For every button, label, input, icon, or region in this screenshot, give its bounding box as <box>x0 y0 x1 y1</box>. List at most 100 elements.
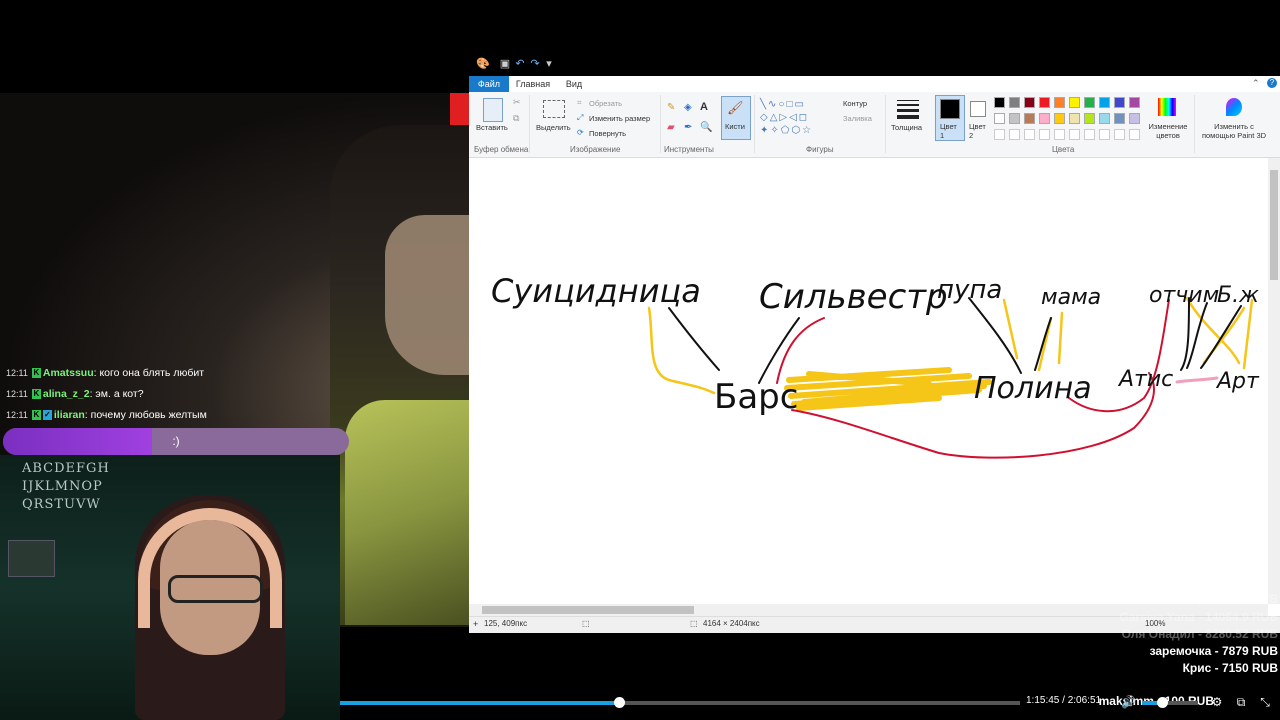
paste-button[interactable]: Вставить <box>476 123 508 132</box>
palette-swatch[interactable] <box>1069 113 1080 124</box>
ribbon-separator <box>885 95 886 153</box>
tab-home[interactable]: Главная <box>512 76 554 92</box>
text-icon[interactable]: A <box>700 101 708 113</box>
palette-custom-slot[interactable] <box>1054 129 1065 140</box>
redo-icon[interactable]: ↷ <box>529 58 541 70</box>
volume-icon[interactable]: 🔊 <box>1121 694 1136 710</box>
ribbon-separator <box>1194 95 1195 153</box>
palette-swatch[interactable] <box>994 113 1005 124</box>
rotate-button[interactable]: Повернуть <box>589 129 626 138</box>
paint3d-icon <box>1226 98 1242 116</box>
chat-text: почему любовь желтым <box>90 409 207 421</box>
palette-swatch[interactable] <box>1114 97 1125 108</box>
fill-icon[interactable]: ◈ <box>684 102 692 113</box>
cut-icon[interactable]: ✂ <box>513 97 521 108</box>
palette-swatch[interactable] <box>1039 113 1050 124</box>
image-group-label: Изображение <box>570 145 621 154</box>
palette-swatch[interactable] <box>1084 113 1095 124</box>
palette-swatch[interactable] <box>1069 97 1080 108</box>
palette-swatch[interactable] <box>1024 97 1035 108</box>
clipboard-group-label: Буфер обмена <box>474 145 529 154</box>
open-external-icon[interactable]: ⧉ <box>1234 694 1248 710</box>
pencil-icon[interactable]: ✎ <box>667 102 675 113</box>
collapse-ribbon-icon[interactable]: ⌃ <box>1252 78 1260 89</box>
image-size: 4164 × 2404пкс <box>703 619 760 628</box>
palette-custom-slot[interactable] <box>1114 129 1125 140</box>
palette-swatch[interactable] <box>994 97 1005 108</box>
palette-custom-slot[interactable] <box>1069 129 1080 140</box>
ribbon-separator <box>529 95 530 153</box>
crop-button[interactable]: Обрезать <box>589 99 622 108</box>
name-atis: Атис <box>1117 367 1173 392</box>
brushes-label: Кисти <box>725 122 745 131</box>
palette-custom-slot[interactable] <box>1024 129 1035 140</box>
settings-icon[interactable]: ⚙ <box>1210 694 1224 710</box>
chat-username[interactable]: alina_z_2 <box>43 388 90 400</box>
tab-file[interactable]: Файл <box>469 76 509 92</box>
resize-button[interactable]: Изменить размер <box>589 114 650 123</box>
vertical-scroll-thumb[interactable] <box>1270 170 1278 280</box>
edit-colors-button[interactable]: Изменение цветов <box>1146 122 1190 140</box>
fullscreen-exit-icon[interactable]: ⤡ <box>1258 694 1272 710</box>
name-bzh: Б.ж <box>1217 283 1259 308</box>
shapes-gallery[interactable]: ╲∿○□▭ ◇△▷◁◻ ✦✧⬠⬡☆ <box>760 98 826 138</box>
palette-swatch[interactable] <box>1129 97 1140 108</box>
palette-swatch[interactable] <box>1054 113 1065 124</box>
palette-swatch[interactable] <box>1099 97 1110 108</box>
crop-icon[interactable]: ⌗ <box>577 98 582 108</box>
select-button[interactable]: Выделить <box>536 123 571 132</box>
select-icon[interactable] <box>543 100 565 118</box>
goal-progress-bar: :) <box>3 428 349 455</box>
save-icon[interactable]: ▣ <box>499 58 511 70</box>
palette-swatch[interactable] <box>1114 113 1125 124</box>
size-icon[interactable] <box>897 100 919 119</box>
color1-swatch <box>940 99 960 119</box>
palette-custom-slot[interactable] <box>1039 129 1050 140</box>
name-mama: мама <box>1041 285 1101 310</box>
undo-icon[interactable]: ↶ <box>514 58 526 70</box>
volume-handle[interactable] <box>1157 697 1168 708</box>
name-art: Арт <box>1215 369 1260 394</box>
palette-swatch[interactable] <box>1129 113 1140 124</box>
chat-username[interactable]: iliaran <box>54 409 85 421</box>
color2-button[interactable] <box>970 101 986 117</box>
resize-icon[interactable]: ⤢ <box>577 113 583 123</box>
palette-custom-slot[interactable] <box>1129 129 1140 140</box>
customize-toolbar-icon[interactable]: ▾ <box>543 58 555 70</box>
horizontal-scroll-thumb[interactable] <box>482 606 694 614</box>
palette-swatch[interactable] <box>1009 97 1020 108</box>
help-icon[interactable]: ? <box>1267 78 1277 88</box>
fill-button[interactable]: Заливка <box>843 114 872 123</box>
palette-custom-slot[interactable] <box>1009 129 1020 140</box>
chat-timestamp: 12:11 <box>6 410 28 420</box>
cursor-position: 125, 409пкс <box>484 619 528 628</box>
paste-icon[interactable] <box>483 98 503 122</box>
tab-view[interactable]: Вид <box>558 76 590 92</box>
palette-swatch[interactable] <box>1024 113 1035 124</box>
palette-custom-slot[interactable] <box>1099 129 1110 140</box>
name-polina: Полина <box>974 371 1092 406</box>
palette-swatch[interactable] <box>1084 97 1095 108</box>
rotate-icon[interactable]: ⟳ <box>577 128 584 137</box>
palette-swatch[interactable] <box>1099 113 1110 124</box>
magnifier-icon[interactable]: 🔍 <box>700 122 712 133</box>
palette-swatch[interactable] <box>1009 113 1020 124</box>
palette-custom-slot[interactable] <box>1084 129 1095 140</box>
eraser-icon[interactable]: ▰ <box>667 122 675 133</box>
drawing-svg: Суицидница Сильвестр пупа мама отчим Б.ж… <box>491 272 1260 459</box>
palette-custom-slot[interactable] <box>994 129 1005 140</box>
paint3d-button[interactable]: Изменить с помощью Paint 3D <box>1198 122 1270 140</box>
palette-swatch[interactable] <box>1039 97 1050 108</box>
size-button[interactable]: Толщина <box>891 123 922 132</box>
chat-username[interactable]: Amatssuu <box>43 367 94 379</box>
name-pupa: пупа <box>937 275 1002 305</box>
cursor-position-icon: + <box>473 619 479 629</box>
outline-button[interactable]: Контур <box>843 99 867 108</box>
palette-swatch[interactable] <box>1054 97 1065 108</box>
chat-message: 12:11 K ✓ iliaran: почему любовь желтым <box>6 409 207 421</box>
yellow-scribble <box>784 367 992 411</box>
color-picker-icon[interactable]: ✒ <box>684 122 692 133</box>
copy-icon[interactable]: ⧉ <box>513 113 519 124</box>
kick-badge-icon: K <box>31 368 41 379</box>
seek-handle[interactable] <box>614 697 625 708</box>
